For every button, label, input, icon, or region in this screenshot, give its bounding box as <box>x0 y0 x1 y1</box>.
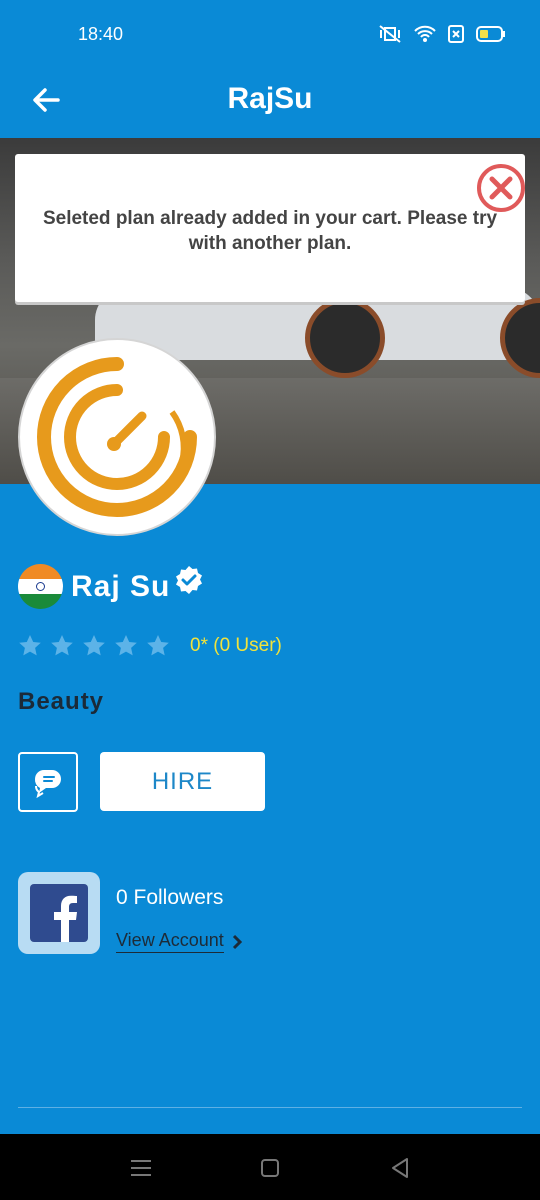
star-icon[interactable] <box>50 634 74 658</box>
app-bar: RajSu <box>0 66 540 138</box>
rating-row: 0* (0 User) <box>18 634 282 658</box>
hire-button[interactable]: HIRE <box>100 752 265 811</box>
followers-count: 0 Followers <box>116 886 224 909</box>
chat-button[interactable] <box>18 752 78 812</box>
profile-name-row: Raj Su <box>18 564 204 609</box>
dialog-message: Seleted plan already added in your cart.… <box>42 208 498 254</box>
star-icon[interactable] <box>18 634 42 658</box>
vibrate-off-icon <box>379 25 401 43</box>
facebook-icon <box>30 884 88 942</box>
status-time: 18:40 <box>78 24 124 44</box>
profile-name: Raj Su <box>71 569 171 603</box>
home-icon[interactable] <box>256 1154 284 1182</box>
page-title: RajSu <box>227 82 313 115</box>
cover-wheel <box>305 298 385 378</box>
sim-off-icon <box>448 25 464 43</box>
chevron-right-icon <box>232 934 242 949</box>
speedometer-logo-icon <box>37 357 197 517</box>
chat-icon <box>34 770 61 799</box>
system-nav-bar <box>0 1134 540 1200</box>
avatar <box>18 338 216 536</box>
battery-icon <box>476 26 505 42</box>
menu-icon[interactable] <box>127 1154 155 1182</box>
alert-dialog: Seleted plan already added in your cart.… <box>15 154 525 302</box>
star-icon[interactable] <box>146 634 170 658</box>
status-icons <box>378 24 506 44</box>
star-icon[interactable] <box>82 634 106 658</box>
view-account-link[interactable]: View Account <box>116 930 244 953</box>
facebook-tile[interactable] <box>18 872 100 954</box>
view-account-label[interactable]: View Account <box>116 930 224 953</box>
rating-text: 0* (0 User) <box>190 635 282 656</box>
status-bar: 18:40 <box>0 0 540 66</box>
star-icon[interactable] <box>114 634 138 658</box>
profile-category: Beauty <box>18 688 105 715</box>
verified-badge-icon <box>176 565 203 594</box>
india-flag-icon <box>18 564 63 609</box>
back-icon[interactable] <box>386 1154 414 1182</box>
divider <box>18 1107 522 1108</box>
wifi-icon <box>414 25 436 42</box>
close-icon[interactable] <box>475 162 527 214</box>
